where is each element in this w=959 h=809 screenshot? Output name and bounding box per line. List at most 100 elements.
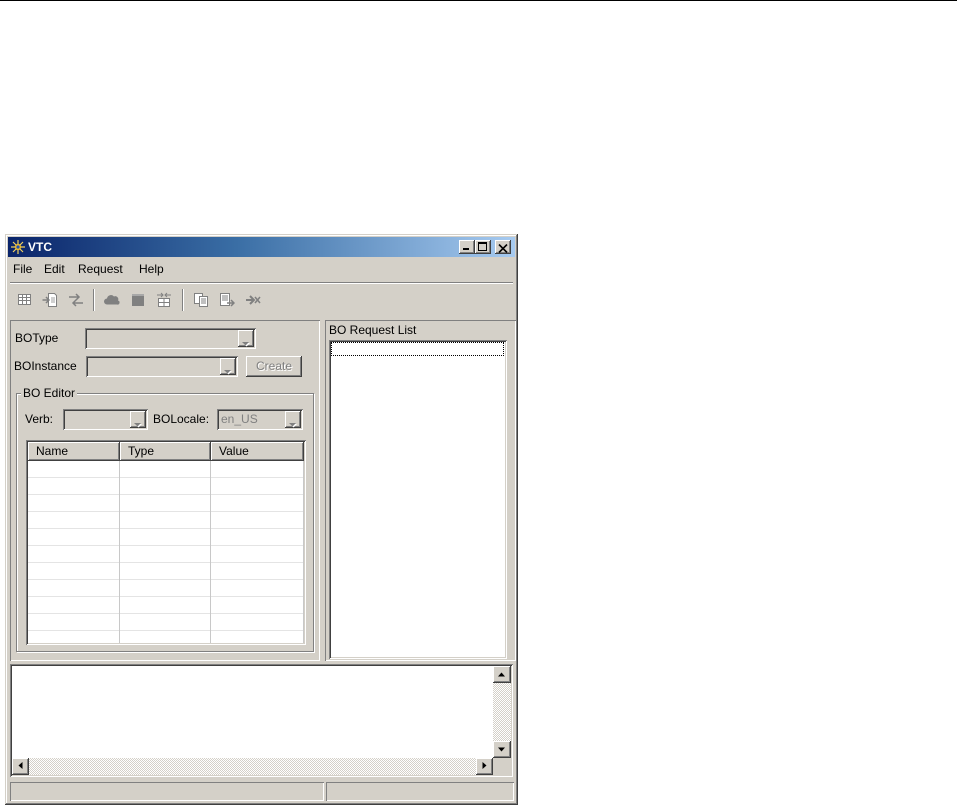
boinstance-combo[interactable] [86, 356, 238, 377]
table-cell-value[interactable] [211, 631, 304, 643]
table-cell-name[interactable] [28, 580, 120, 597]
bolocale-dropdown-button[interactable] [285, 411, 301, 428]
vtc-window: VTC File Edit Request Help BOType BOInst… [5, 234, 518, 805]
table-cell-type[interactable] [120, 461, 211, 478]
list-focus-item[interactable] [331, 342, 504, 356]
title-bar[interactable]: VTC [8, 237, 515, 257]
chevron-down-icon [224, 364, 232, 375]
table-cell-type[interactable] [120, 614, 211, 631]
table-row[interactable] [28, 478, 304, 495]
table-cell-name[interactable] [28, 529, 120, 546]
table-cell-value[interactable] [211, 563, 304, 580]
scroll-down-button[interactable] [493, 741, 511, 758]
scrollbar-corner [493, 758, 511, 775]
delete-arrow-icon[interactable] [244, 291, 262, 309]
table-row[interactable] [28, 597, 304, 614]
status-bar-left [10, 782, 324, 801]
table-row[interactable] [28, 631, 304, 643]
table-cell-type[interactable] [120, 478, 211, 495]
table-cell-value[interactable] [211, 546, 304, 563]
botype-label: BOType [15, 331, 59, 345]
table-row[interactable] [28, 461, 304, 478]
cloud-icon[interactable] [103, 291, 121, 309]
swap-icon[interactable] [155, 291, 173, 309]
create-button[interactable]: Create [246, 356, 302, 377]
table-cell-value[interactable] [211, 512, 304, 529]
table-cell-type[interactable] [120, 597, 211, 614]
vtc-app-icon[interactable] [10, 239, 26, 255]
table-cell-type[interactable] [120, 512, 211, 529]
maximize-button[interactable] [475, 240, 491, 254]
table-cell-name[interactable] [28, 512, 120, 529]
chevron-down-icon [289, 417, 297, 428]
botype-dropdown-button[interactable] [238, 330, 254, 347]
menu-separator [10, 282, 513, 284]
table-cell-name[interactable] [28, 478, 120, 495]
boinstance-dropdown-button[interactable] [220, 358, 236, 375]
table-cell-type[interactable] [120, 580, 211, 597]
import-document-icon[interactable] [41, 291, 59, 309]
menu-request[interactable]: Request [77, 259, 124, 279]
bolocale-combo[interactable]: en_US [217, 409, 303, 430]
bo-editor-table-viewport: Name Type Value [28, 442, 304, 643]
verb-combo[interactable] [63, 409, 148, 430]
chevron-down-icon [134, 417, 142, 428]
export-document-icon[interactable] [218, 291, 236, 309]
table-row[interactable] [28, 580, 304, 597]
bo-editor-table-body [28, 461, 304, 643]
table-cell-value[interactable] [211, 614, 304, 631]
grid-icon[interactable] [16, 291, 34, 309]
table-cell-value[interactable] [211, 597, 304, 614]
close-button[interactable] [495, 240, 511, 254]
table-cell-name[interactable] [28, 546, 120, 563]
table-cell-name[interactable] [28, 461, 120, 478]
table-cell-value[interactable] [211, 529, 304, 546]
request-list-box[interactable] [329, 340, 507, 659]
column-header-type[interactable]: Type [120, 442, 211, 461]
maximize-icon [478, 242, 487, 251]
vertical-scrollbar[interactable] [493, 666, 511, 758]
table-cell-name[interactable] [28, 597, 120, 614]
status-bar-right [326, 782, 514, 801]
table-cell-name[interactable] [28, 563, 120, 580]
scroll-right-button[interactable] [476, 758, 493, 775]
table-cell-type[interactable] [120, 529, 211, 546]
table-row[interactable] [28, 529, 304, 546]
table-cell-type[interactable] [120, 631, 211, 643]
table-cell-name[interactable] [28, 614, 120, 631]
verb-dropdown-button[interactable] [130, 411, 146, 428]
menu-file[interactable]: File [12, 259, 33, 279]
stop-square-icon[interactable] [129, 291, 147, 309]
table-row[interactable] [28, 614, 304, 631]
table-row[interactable] [28, 495, 304, 512]
table-cell-value[interactable] [211, 580, 304, 597]
column-header-value[interactable]: Value [211, 442, 304, 461]
table-row[interactable] [28, 563, 304, 580]
horizontal-scrollbar[interactable] [12, 758, 493, 775]
table-cell-type[interactable] [120, 495, 211, 512]
scroll-left-button[interactable] [12, 758, 29, 775]
menu-help[interactable]: Help [138, 259, 165, 279]
table-cell-value[interactable] [211, 495, 304, 512]
table-cell-value[interactable] [211, 461, 304, 478]
botype-combo[interactable] [85, 328, 256, 349]
table-cell-type[interactable] [120, 563, 211, 580]
create-button-label: Create [255, 359, 293, 373]
boinstance-label: BOInstance [14, 359, 77, 373]
documents-icon[interactable] [192, 291, 210, 309]
minimize-button[interactable] [459, 240, 475, 254]
table-cell-value[interactable] [211, 478, 304, 495]
column-header-name[interactable]: Name [28, 442, 120, 461]
table-row[interactable] [28, 546, 304, 563]
scroll-up-button[interactable] [493, 666, 511, 683]
bo-editor-table: Name Type Value [26, 440, 306, 645]
transfer-arrows-icon[interactable] [67, 291, 85, 309]
table-cell-name[interactable] [28, 631, 120, 643]
output-text-area[interactable] [10, 664, 513, 777]
table-cell-type[interactable] [120, 546, 211, 563]
table-cell-name[interactable] [28, 495, 120, 512]
menu-bar: File Edit Request Help [8, 259, 515, 279]
table-row[interactable] [28, 512, 304, 529]
arrow-up-icon [498, 672, 505, 677]
menu-edit[interactable]: Edit [43, 259, 66, 279]
